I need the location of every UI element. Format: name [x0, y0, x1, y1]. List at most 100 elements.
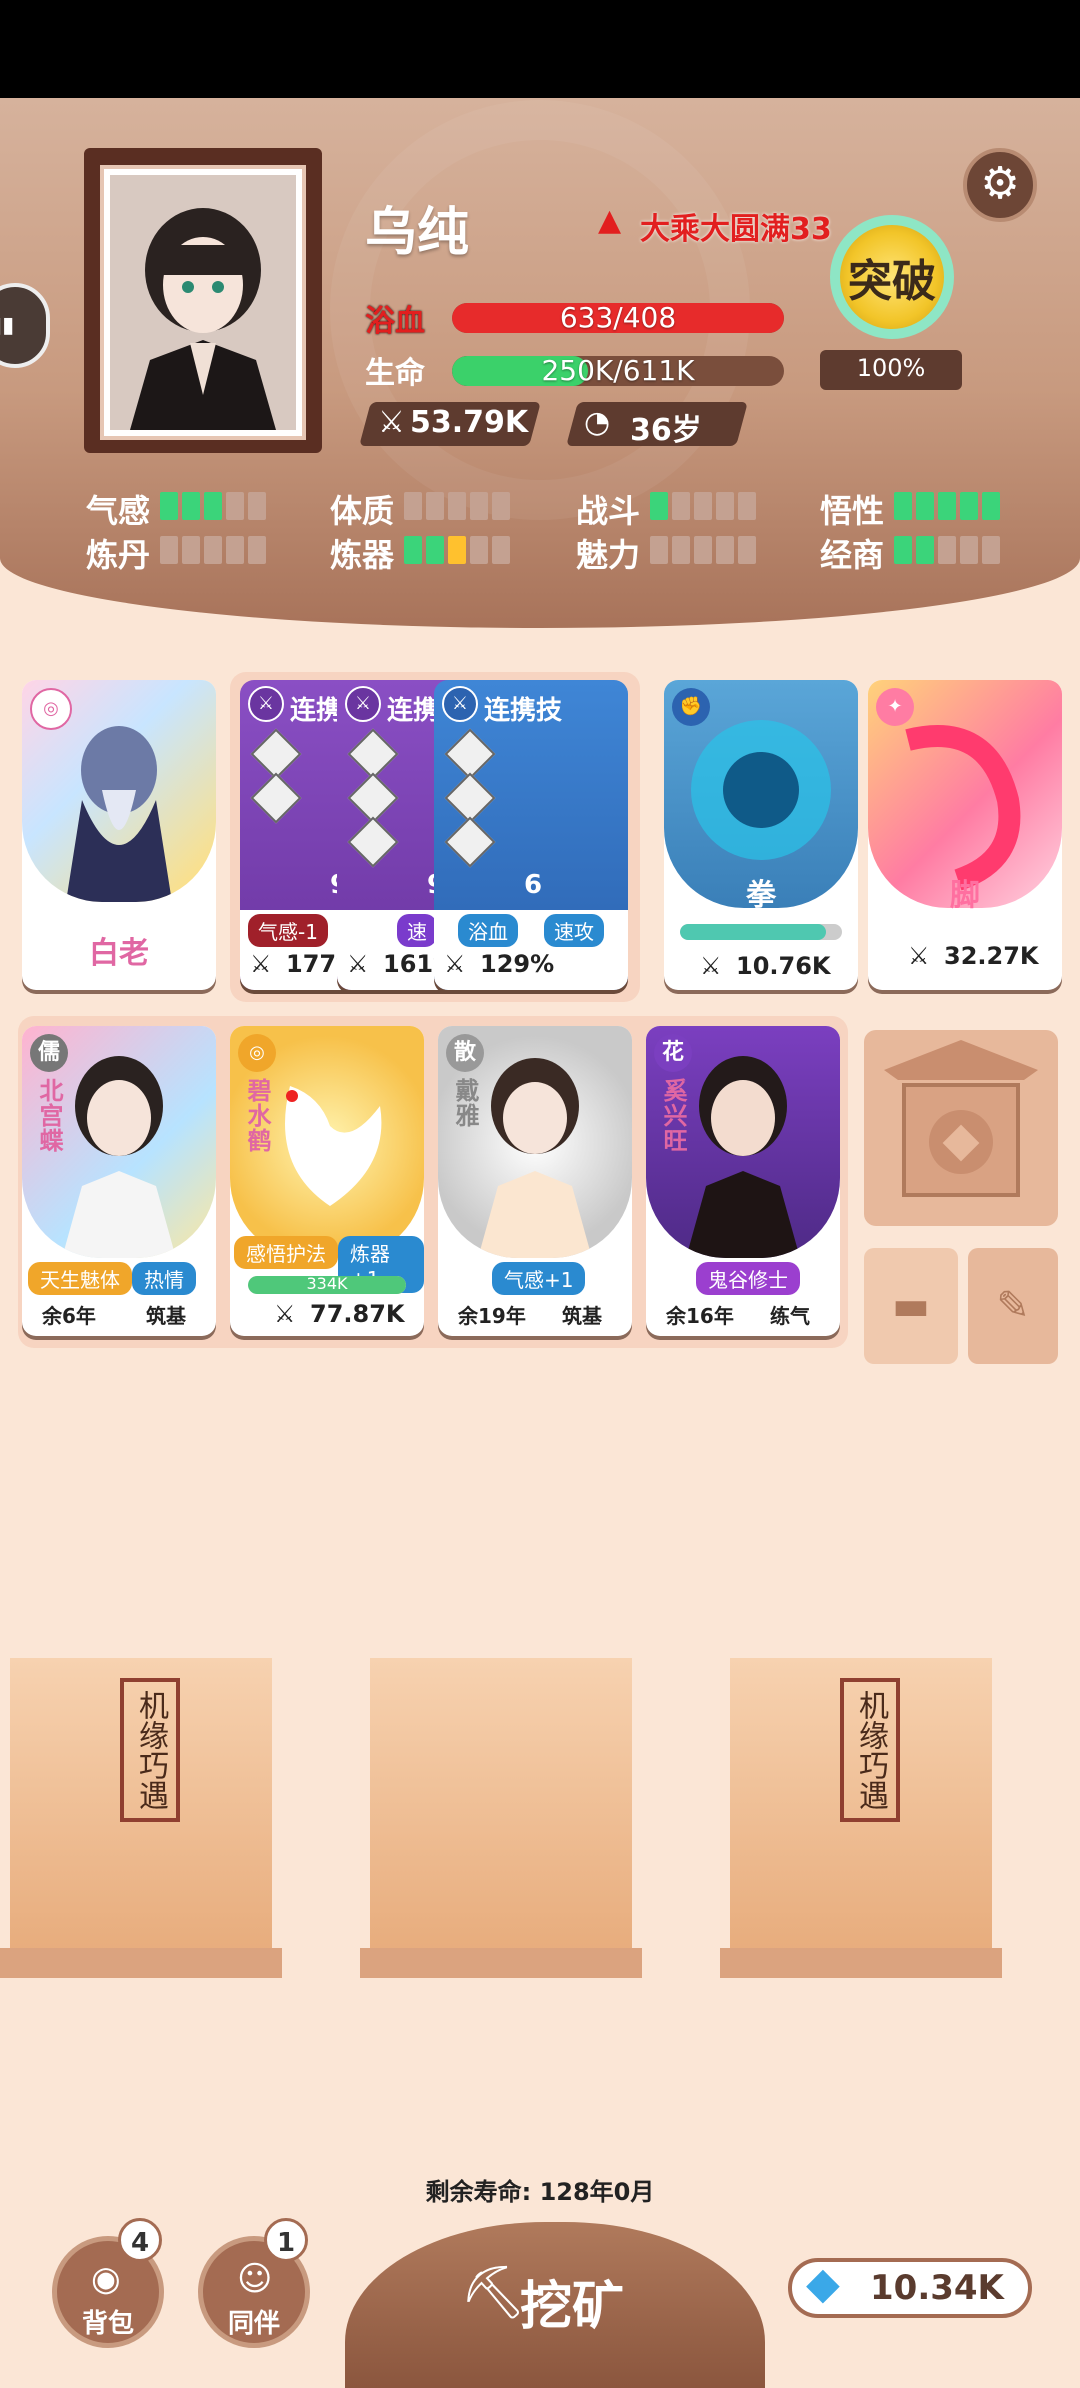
attribute-pips: [160, 492, 266, 520]
combo-3-tag1: 浴血: [458, 914, 518, 947]
player-realm: 大乘大圆满33: [640, 212, 832, 247]
pack-bottom-strip: [0, 1948, 282, 1978]
companion-1-remain: 余6年: [42, 1304, 96, 1328]
attribute-pip: [894, 492, 912, 520]
attribute-pip: [694, 536, 712, 564]
companion-2-power-icon: ⚔: [274, 1300, 296, 1328]
attribute-pip: [492, 492, 510, 520]
attribute-pip: [426, 536, 444, 564]
attribute-label: 悟性: [820, 492, 885, 530]
opportunity-pack[interactable]: 机缘巧遇: [0, 1658, 282, 1978]
foot-power: 32.27K: [944, 942, 1039, 970]
opportunity-pack[interactable]: 机缘巧遇: [720, 1658, 1002, 1978]
attribute-pip: [470, 492, 488, 520]
companion-card-3[interactable]: 散 戴雅 气感+1 余19年 筑基: [438, 1026, 632, 1336]
foot-power-icon: ⚔: [908, 942, 930, 970]
blood-label: 浴血: [365, 304, 425, 339]
companion-card-2[interactable]: ◎ 碧水鹤 感悟护法 炼器+1 334K ⚔ 77.87K: [230, 1026, 424, 1336]
scroll-icon[interactable]: ✎: [968, 1248, 1058, 1364]
breakthrough-label: 突破: [848, 256, 936, 307]
clock-icon: ◔: [584, 405, 611, 440]
combo-1-tag: 气感-1: [248, 914, 328, 947]
shrine-icon: [884, 1040, 1038, 1197]
card-baila[interactable]: ◎ 白老: [22, 680, 216, 990]
attribute-pip: [672, 536, 690, 564]
bag-label: 背包: [81, 2309, 134, 2339]
attribute-pip: [938, 536, 956, 564]
rank-icon: ◎: [30, 688, 72, 730]
attribute-pip: [404, 536, 422, 564]
attribute-pips: [160, 536, 266, 564]
attribute-pips: [650, 492, 756, 520]
partner-label: 同伴: [227, 2309, 280, 2339]
companion-4-badge: 花: [654, 1034, 692, 1072]
companion-3-name: 戴雅: [451, 1078, 479, 1128]
opportunity-pack[interactable]: [360, 1658, 642, 1978]
settings-gear-icon[interactable]: ⚙: [963, 148, 1037, 222]
attribute-pip: [694, 492, 712, 520]
combo-3-tag2: 速攻: [544, 914, 604, 947]
bag-count: 4: [118, 2218, 162, 2262]
combo-icon: ⚔: [248, 686, 284, 722]
attribute-pip: [982, 492, 1000, 520]
attribute-pip: [160, 492, 178, 520]
player-avatar[interactable]: [110, 175, 296, 430]
card-fist[interactable]: ✊ 拳 ⚔ 10.76K: [664, 680, 858, 990]
remaining-lifespan: 剩余寿命: 128年0月: [425, 2178, 655, 2206]
companion-3-tag1: 气感+1: [492, 1262, 586, 1295]
attribute-pip: [448, 492, 466, 520]
companion-1-stage: 筑基: [146, 1304, 186, 1328]
companion-card-1[interactable]: 儒 北宫蝶 天生魅体 热情 余6年 筑基: [22, 1026, 216, 1336]
attribute-pip: [426, 492, 444, 520]
attribute-pips: [650, 536, 756, 564]
attribute-pip: [448, 536, 466, 564]
attribute-pip: [470, 536, 488, 564]
player-age: 36岁: [630, 413, 702, 448]
companion-4-remain: 余16年: [666, 1304, 734, 1328]
attribute-pip: [404, 492, 422, 520]
companion-2-name: 碧水鹤: [243, 1078, 271, 1153]
chest-icon[interactable]: ▬: [864, 1248, 958, 1364]
fist-icon: ✊: [672, 688, 710, 726]
companion-3-remain: 余19年: [458, 1304, 526, 1328]
combo-icon: ⚔: [442, 686, 478, 722]
combo-slot: [347, 816, 399, 868]
foot-title: 脚: [950, 878, 980, 913]
companion-2-hp: 334K: [306, 1276, 348, 1293]
fist-progress: [680, 924, 842, 940]
attribute-pip: [226, 536, 244, 564]
attribute-pip: [938, 492, 956, 520]
combo-2-pct-icon: ⚔: [347, 950, 369, 978]
attribute-pip: [182, 536, 200, 564]
life-value: 250K/611K: [541, 356, 695, 386]
pause-icon: ▮▮: [0, 313, 15, 338]
attribute-label: 炼丹: [86, 536, 151, 574]
attribute-pip: [226, 492, 244, 520]
attribute-pips: [404, 536, 510, 564]
attribute-pip: [738, 492, 756, 520]
attribute-label: 体质: [330, 492, 395, 530]
attribute-pip: [248, 492, 266, 520]
companion-4-name: 奚兴旺: [659, 1078, 687, 1153]
player-name: 乌纯: [365, 203, 470, 263]
mine-label: 挖矿: [520, 2277, 625, 2337]
attribute-pip: [960, 536, 978, 564]
attribute-pip: [716, 536, 734, 564]
crane-icon: ◎: [238, 1034, 276, 1072]
realm-icon: ▲: [598, 203, 622, 238]
opportunity-label: 机缘巧遇: [120, 1678, 180, 1822]
companion-card-4[interactable]: 花 奚兴旺 鬼谷修士 余16年 练气: [646, 1026, 840, 1336]
companion-3-stage: 筑基: [562, 1304, 602, 1328]
attribute-pip: [160, 536, 178, 564]
player-power: 53.79K: [410, 405, 529, 440]
combo-slot: [444, 816, 496, 868]
combo-3-num: 6: [524, 870, 543, 900]
foot-icon: ✦: [876, 688, 914, 726]
fist-power: 10.76K: [736, 952, 831, 980]
shrine-building[interactable]: [864, 1030, 1058, 1226]
attribute-pip: [650, 492, 668, 520]
attribute-pip: [738, 536, 756, 564]
companion-2-hp-bar: 334K: [248, 1276, 406, 1294]
card-foot[interactable]: ✦ 脚 ⚔ 32.27K: [868, 680, 1062, 990]
combo-card-3[interactable]: ⚔ 连携技 6 浴血 速攻 ⚔ 129%: [434, 680, 628, 990]
